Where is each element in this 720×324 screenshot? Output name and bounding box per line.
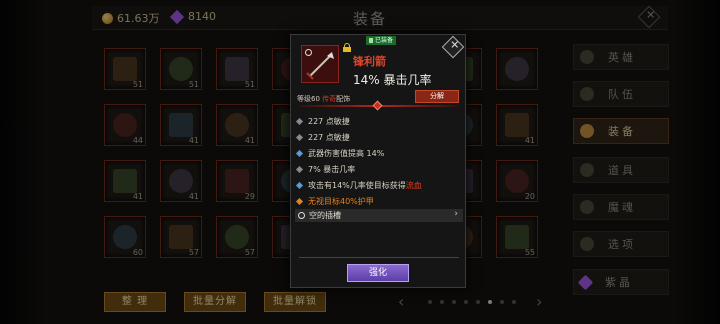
diamond-bullet-icon bbox=[295, 149, 304, 157]
equipped-label: 已装备 bbox=[375, 37, 394, 44]
stat-text: 武器伤害值提高 14% bbox=[308, 148, 385, 158]
lock-icon[interactable] bbox=[343, 43, 351, 52]
bleed-keyword: 流血 bbox=[405, 180, 422, 190]
item-portrait bbox=[301, 45, 339, 83]
stat-text: 227 点敏捷 bbox=[308, 116, 350, 126]
item-tier: 传奇 bbox=[322, 95, 337, 103]
stat-line: 227 点敏捷 bbox=[295, 131, 350, 143]
divider bbox=[299, 257, 459, 258]
dismantle-button[interactable]: 分解 bbox=[415, 90, 459, 103]
upgrade-button[interactable]: 强化 bbox=[347, 264, 409, 282]
chevron-right-icon: › bbox=[454, 209, 458, 219]
diamond-bullet-icon bbox=[295, 181, 304, 189]
stat-line: 无视目标40%护甲 bbox=[295, 195, 374, 207]
diamond-bullet-icon bbox=[295, 165, 304, 173]
stat-text: 7% 暴击几率 bbox=[308, 164, 356, 174]
diamond-bullet-icon bbox=[295, 117, 304, 125]
stat-line: 武器伤害值提高 14% bbox=[295, 147, 385, 159]
divider-gem-icon bbox=[372, 100, 383, 111]
socket-icon bbox=[298, 212, 305, 219]
item-level-line: 等级60 传奇配饰 bbox=[297, 94, 350, 104]
socket-label: 空的插槽 bbox=[309, 211, 341, 220]
stat-text: 227 点敏捷 bbox=[308, 132, 350, 142]
ring-slot-icon bbox=[305, 49, 312, 56]
item-detail-popup: 已装备 锋利箭 14% 暴击几率 ✕ 等级60 传奇配饰 分解 227 点敏捷 … bbox=[290, 34, 466, 288]
stat-text: 无视目标40%护甲 bbox=[308, 196, 374, 206]
stat-text: 攻击有14%几率使目标获得流血 bbox=[308, 180, 422, 190]
equipped-badge: 已装备 bbox=[366, 36, 397, 45]
empty-socket-row[interactable]: 空的插槽 › bbox=[295, 209, 463, 222]
diamond-bullet-icon bbox=[295, 133, 304, 141]
diamond-bullet-icon bbox=[295, 197, 304, 205]
item-name: 锋利箭 bbox=[353, 55, 386, 68]
stat-line: 7% 暴击几率 bbox=[295, 163, 356, 175]
item-main-stat: 14% 暴击几率 bbox=[353, 73, 432, 87]
stat-line: 攻击有14%几率使目标获得流血 bbox=[295, 179, 422, 191]
equipped-icon bbox=[369, 38, 373, 43]
close-icon[interactable]: ✕ bbox=[441, 35, 465, 59]
stat-line: 227 点敏捷 bbox=[295, 115, 350, 127]
item-level: 等级60 bbox=[297, 95, 320, 103]
item-slot-type: 配饰 bbox=[336, 95, 351, 103]
